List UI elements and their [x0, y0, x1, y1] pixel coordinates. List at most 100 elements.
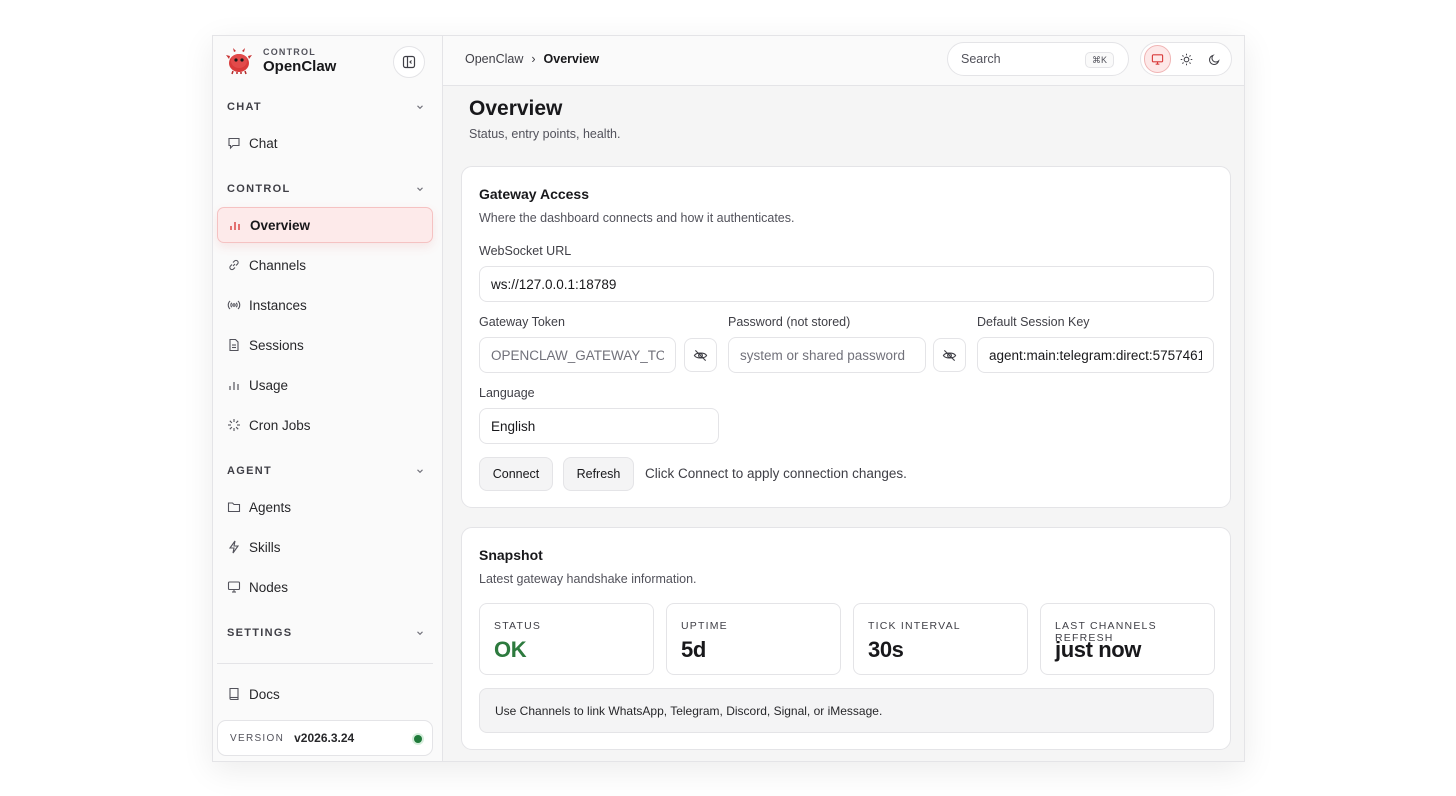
sidebar-item-agents[interactable]: Agents — [217, 489, 433, 525]
breadcrumb-current: Overview — [543, 52, 600, 66]
section-agent-toggle[interactable]: AGENT — [227, 463, 425, 479]
search-placeholder: Search — [961, 52, 1001, 66]
theme-system-button[interactable] — [1144, 45, 1172, 73]
sidebar-item-chat[interactable]: Chat — [217, 125, 433, 161]
channels-callout: Use Channels to link WhatsApp, Telegram,… — [479, 688, 1214, 733]
password-input[interactable] — [728, 337, 926, 373]
sidebar-item-label: Usage — [249, 377, 289, 393]
default-session-key-label: Default Session Key — [977, 315, 1090, 329]
card-title: Gateway Access — [479, 186, 589, 202]
toggle-token-visibility-button[interactable] — [684, 338, 717, 372]
stat-value: OK — [494, 637, 527, 662]
sidebar-item-label: Chat — [249, 135, 278, 151]
breadcrumb-root[interactable]: OpenClaw — [465, 52, 523, 66]
openclaw-logo-icon — [226, 48, 252, 75]
sidebar-item-cron-jobs[interactable]: Cron Jobs — [217, 407, 433, 443]
brand[interactable]: CONTROL OpenClaw — [225, 46, 336, 76]
sun-icon — [1180, 53, 1192, 65]
sidebar-item-overview[interactable]: Overview — [217, 207, 433, 243]
brand-eyebrow: CONTROL — [263, 47, 316, 57]
lightning-icon — [228, 540, 240, 554]
connect-hint: Click Connect to apply connection change… — [645, 466, 907, 481]
breadcrumb: OpenClaw › Overview — [465, 52, 599, 66]
language-label: Language — [479, 386, 535, 400]
section-agent-title: AGENT — [227, 465, 272, 477]
section-chat-title: CHAT — [227, 101, 262, 113]
breadcrumb-separator: › — [531, 52, 536, 66]
sidebar-item-label: Channels — [249, 257, 307, 273]
websocket-url-label: WebSocket URL — [479, 244, 572, 258]
sidebar: CONTROL OpenClaw CHAT Chat CONTROL Overv… — [213, 36, 443, 761]
brand-name: OpenClaw — [263, 58, 337, 75]
eye-off-icon — [693, 349, 708, 361]
sidebar-item-label: Sessions — [249, 337, 304, 353]
sidebar-item-label: Docs — [249, 686, 280, 702]
sidebar-item-docs[interactable]: Docs — [217, 676, 433, 712]
theme-light-button[interactable] — [1172, 45, 1199, 73]
section-control-title: CONTROL — [227, 183, 291, 195]
stat-value: 5d — [681, 637, 706, 662]
stat-tick-interval: TICK INTERVAL 30s — [853, 603, 1028, 675]
sidebar-panel-icon — [402, 55, 416, 69]
default-session-key-input[interactable] — [977, 337, 1214, 373]
search-shortcut-badge: ⌘K — [1084, 52, 1114, 68]
sidebar-item-label: Instances — [249, 297, 307, 313]
sidebar-item-channels[interactable]: Channels — [217, 247, 433, 283]
version-label: VERSION — [230, 732, 285, 744]
stat-uptime: UPTIME 5d — [666, 603, 841, 675]
theme-switcher — [1140, 42, 1232, 76]
sidebar-item-nodes[interactable]: Nodes — [217, 569, 433, 605]
chevron-down-icon — [417, 105, 423, 110]
folder-icon — [227, 502, 241, 513]
connection-status-dot — [414, 735, 422, 743]
toggle-password-visibility-button[interactable] — [933, 338, 966, 372]
document-icon — [229, 338, 239, 352]
page-subtitle: Status, entry points, health. — [469, 127, 621, 141]
websocket-url-input[interactable] — [479, 266, 1214, 302]
sidebar-item-label: Skills — [249, 539, 281, 555]
stat-status: STATUS OK — [479, 603, 654, 675]
chevron-down-icon — [417, 631, 423, 636]
version-badge: VERSION v2026.3.24 — [217, 720, 433, 756]
stat-value: 30s — [868, 637, 904, 662]
refresh-button[interactable]: Refresh — [563, 457, 634, 491]
monitor-icon — [227, 581, 241, 593]
section-settings-title: SETTINGS — [227, 627, 293, 639]
section-chat-toggle[interactable]: CHAT — [227, 99, 425, 115]
chevron-down-icon — [417, 187, 423, 192]
gateway-token-label: Gateway Token — [479, 315, 565, 329]
chevron-down-icon — [417, 469, 423, 474]
gateway-token-input[interactable] — [479, 337, 676, 373]
connect-button[interactable]: Connect — [479, 457, 553, 491]
section-settings-toggle[interactable]: SETTINGS — [227, 625, 425, 641]
theme-dark-button[interactable] — [1201, 45, 1228, 73]
monitor-icon — [1152, 53, 1164, 65]
sidebar-item-sessions[interactable]: Sessions — [217, 327, 433, 363]
section-control-toggle[interactable]: CONTROL — [227, 181, 425, 197]
sidebar-divider — [217, 663, 433, 664]
sidebar-item-instances[interactable]: Instances — [217, 287, 433, 323]
card-subtitle: Latest gateway handshake information. — [479, 572, 697, 586]
link-icon — [229, 259, 239, 271]
search-input[interactable]: Search ⌘K — [947, 42, 1129, 76]
stat-last-channels-refresh: LAST CHANNELS REFRESH just now — [1040, 603, 1215, 675]
sidebar-item-usage[interactable]: Usage — [217, 367, 433, 403]
bar-chart-icon — [230, 222, 240, 230]
eye-off-icon — [942, 349, 957, 361]
card-title: Snapshot — [479, 547, 543, 563]
card-subtitle: Where the dashboard connects and how it … — [479, 211, 795, 225]
stat-value: just now — [1055, 637, 1142, 662]
moon-icon — [1208, 53, 1220, 65]
sidebar-item-skills[interactable]: Skills — [217, 529, 433, 565]
topbar: OpenClaw › Overview Search ⌘K — [443, 36, 1244, 86]
app-window: CONTROL OpenClaw CHAT Chat CONTROL Overv… — [212, 35, 1245, 762]
snapshot-card: Snapshot Latest gateway handshake inform… — [461, 527, 1231, 750]
sidebar-item-label: Cron Jobs — [249, 417, 311, 433]
gateway-access-card: Gateway Access Where the dashboard conne… — [461, 166, 1231, 508]
language-select[interactable] — [479, 408, 719, 444]
sidebar-item-label: Nodes — [249, 579, 289, 595]
loader-icon — [228, 419, 240, 431]
version-value: v2026.3.24 — [294, 731, 355, 745]
collapse-sidebar-button[interactable] — [393, 46, 425, 78]
sidebar-item-label: Overview — [250, 217, 311, 233]
